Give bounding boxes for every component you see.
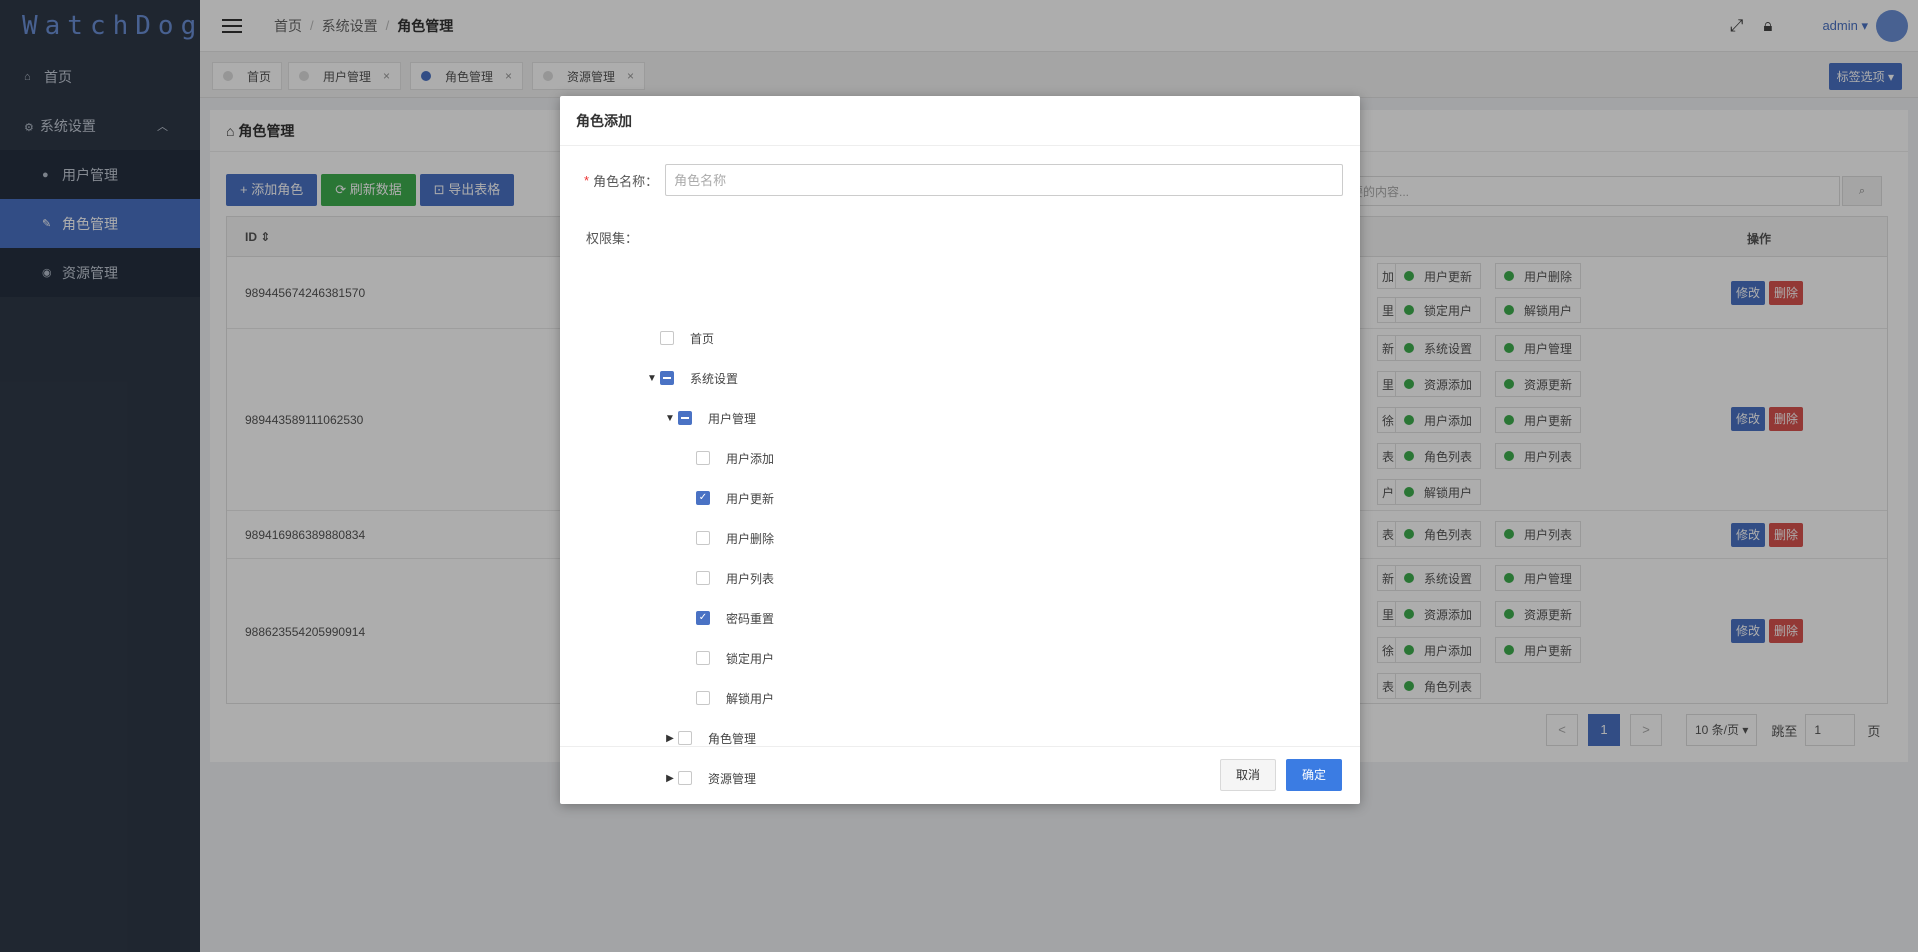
required-marker: *: [584, 172, 590, 188]
checkbox[interactable]: [696, 451, 710, 465]
checkbox-indeterminate[interactable]: [660, 371, 674, 385]
tree-node-user-delete[interactable]: 用户删除: [696, 528, 774, 548]
role-add-dialog: 角色添加 * 角色名称： 权限集： 首页 ▼ 系统设置 ▼ 用户管理 用户添加 …: [560, 96, 1360, 804]
tree-node-role-management[interactable]: ▶ 角色管理: [664, 728, 756, 748]
confirm-button[interactable]: 确定: [1286, 759, 1343, 791]
checkbox[interactable]: [660, 331, 674, 345]
caret-down-icon[interactable]: ▼: [664, 413, 676, 424]
checkbox[interactable]: [678, 731, 692, 745]
checkbox-checked[interactable]: ✓: [696, 611, 710, 625]
permission-label: 权限集：: [586, 231, 639, 246]
checkbox-indeterminate[interactable]: [678, 411, 692, 425]
caret-right-icon[interactable]: ▶: [664, 733, 676, 744]
tree-node-unlock-user[interactable]: 解锁用户: [696, 688, 774, 708]
checkbox[interactable]: [696, 691, 710, 705]
tree-node-home[interactable]: 首页: [660, 328, 714, 348]
tree-node-user-add[interactable]: 用户添加: [696, 448, 774, 468]
checkbox[interactable]: [696, 571, 710, 585]
dialog-title: 角色添加: [560, 96, 1360, 146]
tree-node-user-update[interactable]: ✓ 用户更新: [696, 488, 774, 508]
checkbox-checked[interactable]: ✓: [696, 491, 710, 505]
checkbox[interactable]: [696, 531, 710, 545]
tree-node-system-settings[interactable]: ▼ 系统设置: [646, 368, 738, 388]
caret-down-icon[interactable]: ▼: [646, 373, 658, 384]
tree-node-user-management[interactable]: ▼ 用户管理: [664, 408, 756, 428]
cancel-button[interactable]: 取消: [1220, 759, 1277, 791]
checkbox[interactable]: [696, 651, 710, 665]
role-name-row: * 角色名称：: [584, 164, 1344, 196]
role-name-input[interactable]: [665, 164, 1344, 196]
tree-node-user-list[interactable]: 用户列表: [696, 568, 774, 588]
dialog-footer: 取消 确定: [560, 746, 1360, 804]
tree-node-password-reset[interactable]: ✓ 密码重置: [696, 608, 774, 628]
role-name-label: 角色名称：: [593, 173, 659, 189]
tree-node-lock-user[interactable]: 锁定用户: [696, 648, 774, 668]
